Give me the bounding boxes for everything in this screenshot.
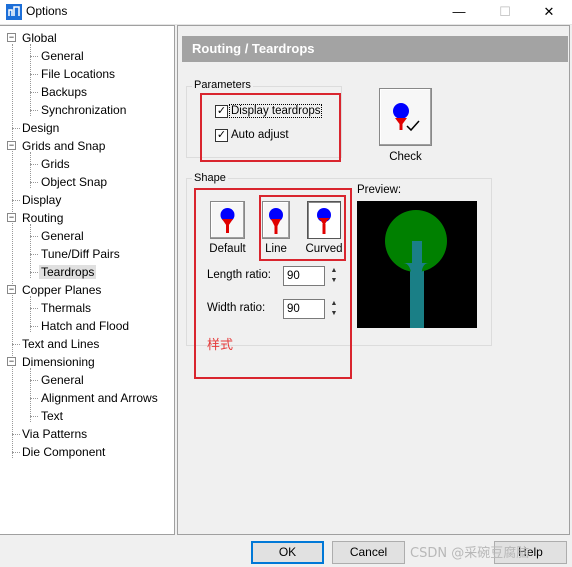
tree-item-dimensioning[interactable]: − Dimensioning — [7, 353, 95, 371]
tree-connector — [30, 56, 38, 57]
options-tree[interactable]: − Global General File Locations Backups … — [0, 25, 175, 535]
window-title: Options — [26, 4, 68, 18]
tree-connector — [30, 272, 38, 273]
tree-item-grids[interactable]: Grids — [41, 155, 70, 173]
tree-connector — [12, 200, 20, 201]
tree-item-via-patterns[interactable]: Via Patterns — [22, 425, 87, 443]
tree-item-routing-general[interactable]: General — [41, 227, 84, 245]
tree-connector — [30, 164, 38, 165]
cancel-button[interactable]: Cancel — [332, 541, 405, 564]
preview-label: Preview: — [357, 184, 402, 196]
tree-branch-line — [30, 368, 31, 422]
tree-connector — [12, 434, 20, 435]
tree-connector — [30, 74, 38, 75]
tree-item-backups[interactable]: Backups — [41, 83, 87, 101]
style-annotation: 样式 — [207, 338, 234, 353]
tree-connector — [30, 398, 38, 399]
tree-item-file-locations[interactable]: File Locations — [41, 65, 115, 83]
collapse-toggle[interactable]: − — [7, 285, 16, 294]
tree-item-global[interactable]: − Global — [7, 29, 57, 47]
tree-item-text-and-lines[interactable]: Text and Lines — [22, 335, 99, 353]
tree-item-grids-and-snap[interactable]: − Grids and Snap — [7, 137, 105, 155]
title-bar: Options — ☐ ✕ — [0, 0, 572, 25]
check-button-label[interactable]: Check — [379, 151, 432, 163]
tree-connector — [30, 182, 38, 183]
collapse-toggle[interactable]: − — [7, 357, 16, 366]
shape-group-label: Shape — [192, 172, 228, 184]
panel-header: Routing / Teardrops — [182, 36, 568, 62]
parameters-group-label: Parameters — [192, 79, 253, 91]
tree-connector — [30, 308, 38, 309]
tree-item-design[interactable]: Design — [22, 119, 59, 137]
tree-branch-line — [30, 44, 31, 116]
tree-item-dimensioning-general[interactable]: General — [41, 371, 84, 389]
tree-item-die-component[interactable]: Die Component — [22, 443, 105, 461]
tree-item-global-general[interactable]: General — [41, 47, 84, 65]
tree-connector — [30, 110, 38, 111]
check-teardrop-icon — [393, 103, 420, 132]
tree-item-copper-planes[interactable]: − Copper Planes — [7, 281, 101, 299]
watermark: CSDN @采碗豆腐脑 — [410, 546, 530, 561]
tree-item-tune-diff-pairs[interactable]: Tune/Diff Pairs — [41, 245, 120, 263]
tree-item-display[interactable]: Display — [22, 191, 61, 209]
parameters-highlight-box — [200, 93, 341, 162]
tree-connector — [30, 254, 38, 255]
preview-teardrop-graphic — [385, 210, 447, 328]
ok-button[interactable]: OK — [251, 541, 324, 564]
tree-item-teardrops[interactable]: Teardrops — [39, 263, 97, 281]
tree-connector — [30, 380, 38, 381]
tree-item-object-snap[interactable]: Object Snap — [41, 173, 107, 191]
tree-connector — [30, 326, 38, 327]
tree-item-text[interactable]: Text — [41, 407, 63, 425]
tree-branch-line — [30, 224, 31, 278]
app-icon — [6, 4, 22, 20]
maximize-button[interactable]: ☐ — [482, 0, 528, 24]
tree-connector — [30, 416, 38, 417]
collapse-toggle[interactable]: − — [7, 33, 16, 42]
tree-item-routing[interactable]: − Routing — [7, 209, 63, 227]
tree-connector — [12, 344, 20, 345]
tree-root-line — [12, 44, 13, 458]
minimize-button[interactable]: — — [436, 0, 482, 24]
tree-connector — [30, 236, 38, 237]
tree-item-alignment-and-arrows[interactable]: Alignment and Arrows — [41, 389, 158, 407]
tree-connector — [30, 92, 38, 93]
tree-item-thermals[interactable]: Thermals — [41, 299, 91, 317]
tree-item-hatch-and-flood[interactable]: Hatch and Flood — [41, 317, 129, 335]
collapse-toggle[interactable]: − — [7, 141, 16, 150]
close-button[interactable]: ✕ — [526, 0, 572, 24]
tree-connector — [12, 452, 20, 453]
line-curved-highlight-box — [259, 195, 346, 261]
tree-item-synchronization[interactable]: Synchronization — [41, 101, 126, 119]
collapse-toggle[interactable]: − — [7, 213, 16, 222]
check-button[interactable] — [379, 88, 432, 146]
teardrop-preview — [357, 201, 477, 328]
tree-connector — [12, 128, 20, 129]
